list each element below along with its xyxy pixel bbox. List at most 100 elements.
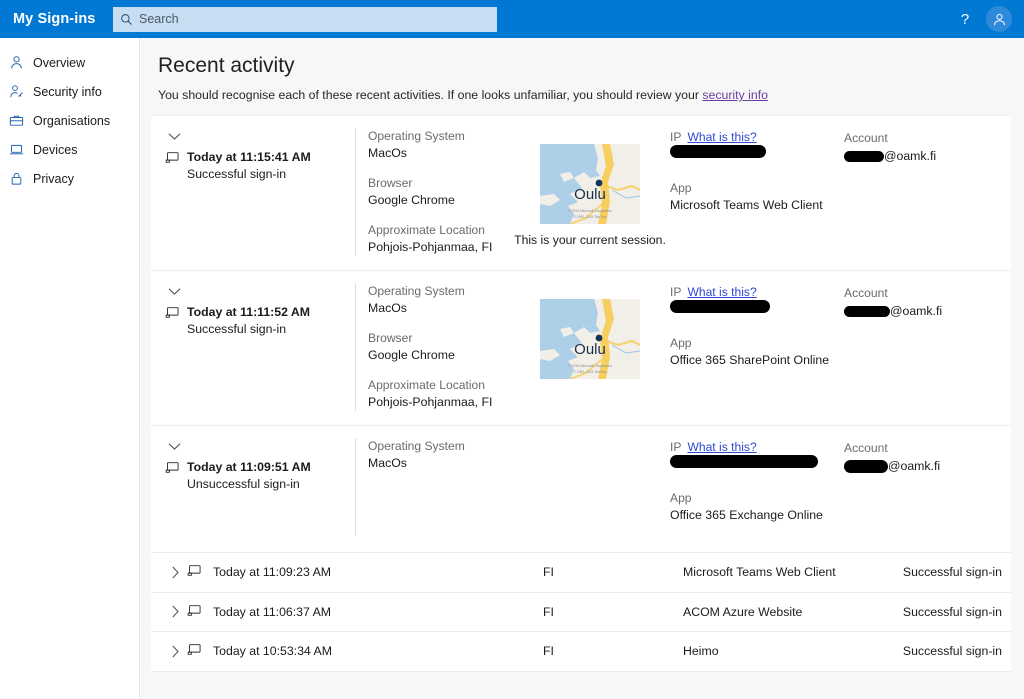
ip-value-redacted [670,455,818,468]
field-label: Approximate Location [368,223,485,237]
activity-account-column: Account @oamk.fi [830,438,1011,536]
field-app: App Microsoft Teams Web Client [670,180,830,214]
sidebar-item-label: Organisations [33,113,111,128]
sidebar-item-label: Security info [33,84,102,99]
account-domain: @oamk.fi [890,303,943,318]
account-name-redacted [844,150,884,162]
activity-timestamp: Today at 11:11:52 AM [187,305,311,319]
ip-label-row: IP What is this? [670,130,830,144]
briefcase-icon [9,112,31,130]
account-avatar-button[interactable] [982,0,1016,38]
chevron-down-icon[interactable] [165,283,183,299]
field-browser: Browser Google Chrome [368,330,510,364]
what-is-this-link[interactable]: What is this? [687,130,756,144]
app-brand-title: My Sign-ins [13,11,96,27]
field-label: Browser [368,331,413,345]
activity-ip-column: IP What is this? App Microsoft Teams Web… [670,128,830,256]
field-label: Operating System [368,129,465,143]
activity-account-column: Account @oamk.fi [830,128,1011,256]
chevron-down-icon[interactable] [165,438,183,454]
sidebar-item-label: Devices [33,142,78,157]
field-label: Operating System [368,284,465,298]
sidebar-item-overview[interactable]: Overview [0,48,139,77]
sidebar-item-organisations[interactable]: Organisations [0,106,139,135]
search-box[interactable] [113,6,497,32]
what-is-this-link[interactable]: What is this? [687,285,756,299]
activity-status: Successful sign-in [902,565,1002,580]
chevron-down-icon[interactable] [165,128,183,144]
monitor-icon [165,304,187,324]
account-value: @oamk.fi [844,302,1011,320]
field-label: App [670,336,692,350]
activity-app: Microsoft Teams Web Client [683,565,836,580]
what-is-this-link[interactable]: What is this? [687,440,756,454]
help-icon[interactable]: ? [948,0,982,38]
field-value: Google Chrome [368,193,455,207]
field-approximate-location: Approximate Location Pohjois-Pohjanmaa, … [368,222,510,256]
account-domain: @oamk.fi [888,458,941,473]
account-label: Account [844,441,888,455]
activity-account-column: Account @oamk.fi [830,283,1011,411]
account-domain: @oamk.fi [884,148,937,163]
activity-map-column: Oulu © 2019 Microsoft Corporation © 1992… [510,128,670,256]
current-session-caption: This is your current session. [514,233,666,247]
page-title: Recent activity [158,54,295,77]
chevron-right-icon[interactable] [151,566,187,579]
activity-status: Successful sign-in [187,322,287,336]
collapsed-activity-row[interactable]: Today at 10:53:34 AM FI Heimo Successful… [151,632,1011,672]
activity-summary: Today at 11:11:52 AM Successful sign-in [151,283,351,411]
location-map[interactable]: Oulu © 2019 Microsoft Corporation © 1992… [540,144,640,224]
ip-value-redacted [670,145,766,158]
sidebar-nav: Overview Security info Organisations Dev… [0,38,140,699]
chevron-right-icon[interactable] [151,605,187,618]
field-label: Browser [368,176,413,190]
account-label: Account [844,131,888,145]
sidebar-item-devices[interactable]: Devices [0,135,139,164]
field-value: Microsoft Teams Web Client [670,198,823,212]
ip-label-row: IP What is this? [670,440,830,454]
sidebar-item-security-info[interactable]: Security info [0,77,139,106]
activity-row[interactable]: Today at 11:15:41 AM Successful sign-in … [151,116,1011,271]
ip-value-redacted [670,300,770,313]
activity-ip-column: IP What is this? App Office 365 SharePoi… [670,283,830,411]
sidebar-item-privacy[interactable]: Privacy [0,164,139,193]
activity-status: Successful sign-in [902,644,1002,659]
person-key-icon [9,83,31,101]
ip-label: IP [670,285,682,299]
chevron-right-icon[interactable] [151,645,187,658]
field-operating-system: Operating System MacOs [368,438,510,472]
field-label: Operating System [368,439,465,453]
avatar [986,6,1012,32]
activity-row[interactable]: Today at 11:09:51 AM Unsuccessful sign-i… [151,426,1011,553]
field-value: Office 365 SharePoint Online [670,353,830,367]
collapsed-activity-row[interactable]: Today at 11:06:37 AM FI ACOM Azure Websi… [151,593,1011,632]
activity-row[interactable]: Today at 11:11:52 AM Successful sign-in … [151,271,1011,426]
activity-details: Operating System MacOs Browser Google Ch… [355,128,510,256]
sidebar-item-label: Privacy [33,171,74,186]
field-value: MacOs [368,301,407,315]
location-map[interactable]: Oulu © 2019 Microsoft Corporation © 1992… [540,299,640,379]
security-info-link[interactable]: security info [702,88,768,102]
activity-ip-column: IP What is this? App Office 365 Exchange… [670,438,830,536]
page-subtitle: You should recognise each of these recen… [141,78,1024,102]
laptop-icon [9,141,31,159]
recent-activity-card: Today at 11:15:41 AM Successful sign-in … [151,115,1011,672]
activity-map-column [510,438,670,536]
activity-location: FI [543,644,554,659]
field-label: App [670,181,692,195]
search-input[interactable] [139,6,497,32]
svg-text:© 2019 Microsoft Corporation: © 2019 Microsoft Corporation [568,209,611,213]
activity-map-column: Oulu © 2019 Microsoft Corporation © 1992… [510,283,670,411]
activity-status: Unsuccessful sign-in [187,477,300,491]
field-app: App Office 365 Exchange Online [670,490,830,524]
activity-status: Successful sign-in [187,167,287,181]
activity-timestamp: Today at 10:53:34 AM [213,644,332,659]
account-value: @oamk.fi [844,457,1011,475]
field-value: Google Chrome [368,348,455,362]
account-value: @oamk.fi [844,147,1011,165]
collapsed-activity-row[interactable]: Today at 11:09:23 AM FI Microsoft Teams … [151,553,1011,593]
monitor-icon [165,459,187,479]
subtitle-text: You should recognise each of these recen… [158,88,703,102]
activity-app: Heimo [683,644,719,659]
monitor-icon [187,643,213,659]
